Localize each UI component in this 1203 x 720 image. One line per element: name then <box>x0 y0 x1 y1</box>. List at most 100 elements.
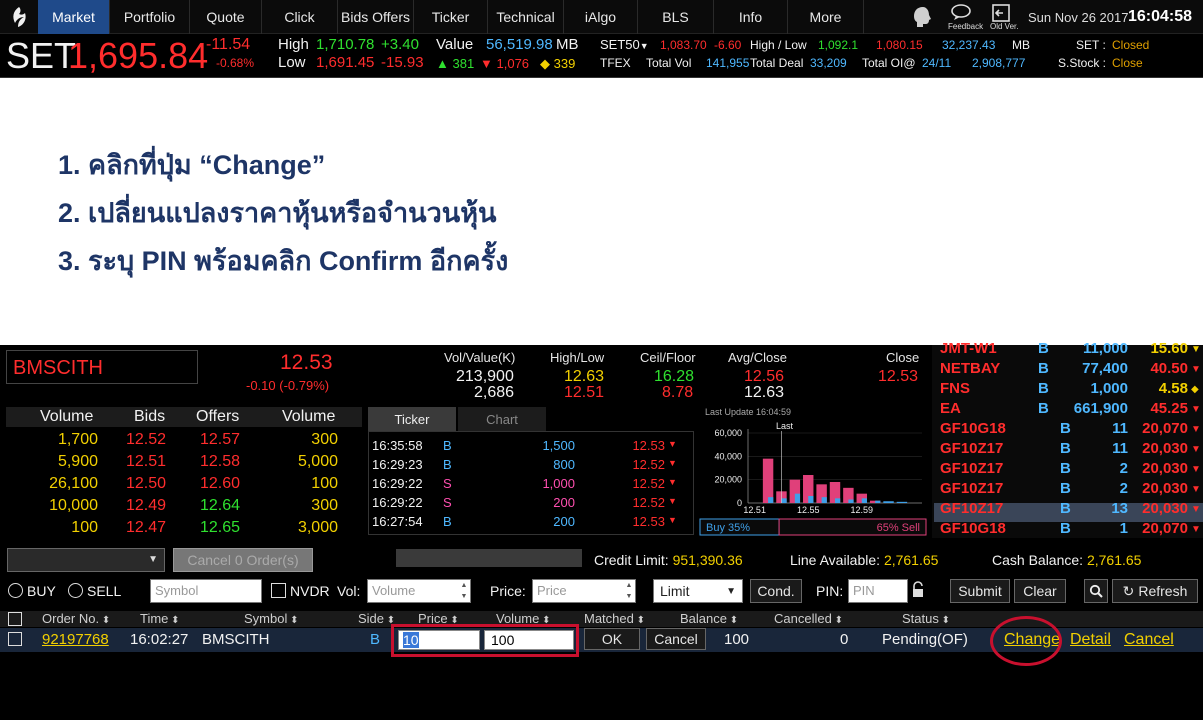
bo-offer-price[interactable]: 12.64 <box>200 497 240 515</box>
down-arrow-icon: ▼ <box>668 439 677 449</box>
bo-offer-volume[interactable]: 300 <box>311 431 338 449</box>
orders-header-time[interactable]: Time ⬍ <box>140 611 180 626</box>
sell-radio[interactable] <box>68 583 83 598</box>
market-symbol[interactable]: JMT-W1 <box>940 340 997 357</box>
orders-header-symbol[interactable]: Symbol ⬍ <box>244 611 299 626</box>
credit-limit-row: Credit Limit: 951,390.36 <box>594 552 743 568</box>
market-symbol[interactable]: GF10Z17 <box>940 440 1003 457</box>
nav-click[interactable]: Click <box>262 0 338 34</box>
search-icon[interactable] <box>1084 579 1108 603</box>
nav-market[interactable]: Market <box>38 0 110 34</box>
tab-ticker[interactable]: Ticker <box>368 407 456 431</box>
cancel-order-link[interactable]: Cancel <box>1124 631 1174 649</box>
bo-offer-volume[interactable]: 300 <box>311 497 338 515</box>
order-row-checkbox[interactable] <box>8 632 22 646</box>
market-symbol[interactable]: FNS <box>940 380 970 397</box>
chart-x-tick: 12.59 <box>851 505 874 515</box>
orders-header-side[interactable]: Side ⬍ <box>358 611 395 626</box>
select-all-checkbox[interactable] <box>8 612 22 626</box>
orders-header-order-no[interactable]: Order No. ⬍ <box>42 611 110 626</box>
bo-bid-volume[interactable]: 26,100 <box>49 475 98 493</box>
bo-offer-volume[interactable]: 100 <box>311 475 338 493</box>
nav-ialgo[interactable]: iAlgo <box>564 0 638 34</box>
market-symbol[interactable]: GF10Z17 <box>940 480 1003 497</box>
nvdr-checkbox[interactable] <box>271 583 286 598</box>
volume-stepper[interactable]: ▲ ▼ <box>458 580 470 602</box>
tab-chart[interactable]: Chart <box>458 407 546 431</box>
orders-header-cancelled[interactable]: Cancelled ⬍ <box>774 611 843 626</box>
bo-offer-price[interactable]: 12.57 <box>200 431 240 449</box>
price-stepper[interactable]: ▲ ▼ <box>623 580 635 602</box>
cancel-orders-button[interactable]: Cancel 0 Order(s) <box>173 548 313 572</box>
refresh-button[interactable]: ↻ Refresh <box>1112 579 1198 603</box>
old-version-icon[interactable]: Old Ver. <box>990 3 1022 33</box>
condition-button[interactable]: Cond. <box>750 579 802 603</box>
orders-header-balance[interactable]: Balance ⬍ <box>680 611 738 626</box>
bo-bid-price[interactable]: 12.50 <box>126 475 166 493</box>
nav-bids-offers[interactable]: Bids Offers <box>338 0 414 34</box>
price-input[interactable]: Price <box>532 579 636 603</box>
bo-offer-price[interactable]: 12.60 <box>200 475 240 493</box>
nav-ticker[interactable]: Ticker <box>414 0 488 34</box>
order-type-select[interactable]: Limit ▼ <box>653 579 743 603</box>
nav-technical[interactable]: Technical <box>488 0 564 34</box>
submit-button[interactable]: Submit <box>950 579 1010 603</box>
ticker-volume: 1,000 <box>542 476 575 491</box>
lock-icon[interactable] <box>911 581 925 599</box>
bo-offer-price[interactable]: 12.65 <box>200 519 240 537</box>
bo-bid-volume[interactable]: 10,000 <box>49 497 98 515</box>
bo-bid-price[interactable]: 12.47 <box>126 519 166 537</box>
chart-bar-buy <box>781 498 787 503</box>
tfex-label: TFEX <box>600 56 631 70</box>
market-symbol[interactable]: NETBAY <box>940 360 1000 377</box>
hl-label: High / Low <box>750 38 807 52</box>
symbol-box[interactable]: BMSCITH <box>6 350 198 384</box>
market-symbol[interactable]: GF10G18 <box>940 520 1006 537</box>
nav-more[interactable]: More <box>788 0 864 34</box>
brain-icon[interactable] <box>910 4 936 30</box>
market-symbol[interactable]: GF10Z17 <box>940 500 1003 517</box>
ok-button[interactable]: OK <box>584 628 640 650</box>
nav-portfolio[interactable]: Portfolio <box>110 0 190 34</box>
quote-last: 12.53 <box>280 351 333 374</box>
edit-price-input[interactable]: 10 <box>398 630 480 650</box>
nav-quote[interactable]: Quote <box>190 0 262 34</box>
account-select[interactable]: ▼ <box>7 548 165 572</box>
feedback-icon[interactable]: Feedback <box>948 3 983 33</box>
symbol-input[interactable]: Symbol <box>150 579 262 603</box>
market-volume: 661,900 <box>1073 400 1128 417</box>
app-logo[interactable] <box>0 0 38 34</box>
chart-y-tick: 40,000 <box>714 451 742 461</box>
order-number-link[interactable]: 92197768 <box>42 631 109 648</box>
bo-offer-volume[interactable]: 3,000 <box>298 519 338 537</box>
set50-select[interactable]: SET50▼ <box>600 37 649 52</box>
bo-bid-price[interactable]: 12.51 <box>126 453 166 471</box>
buy-radio[interactable] <box>8 583 23 598</box>
down-arrow-icon: ▼ <box>1191 524 1201 535</box>
volume-input[interactable]: Volume <box>367 579 471 603</box>
market-symbol[interactable]: EA <box>940 400 961 417</box>
orders-header-status[interactable]: Status ⬍ <box>902 611 950 626</box>
nav-info[interactable]: Info <box>714 0 788 34</box>
orders-header-volume[interactable]: Volume ⬍ <box>496 611 551 626</box>
bo-offer-volume[interactable]: 5,000 <box>298 453 338 471</box>
market-symbol[interactable]: GF10Z17 <box>940 460 1003 477</box>
detail-link[interactable]: Detail <box>1070 631 1111 649</box>
edit-volume-input[interactable]: 100 <box>484 630 574 650</box>
bo-bid-volume[interactable]: 1,700 <box>58 431 98 449</box>
nav-bls[interactable]: BLS <box>638 0 714 34</box>
orders-header-matched[interactable]: Matched ⬍ <box>584 611 645 626</box>
chart-y-tick: 60,000 <box>714 428 742 438</box>
bo-bid-volume[interactable]: 5,900 <box>58 453 98 471</box>
bo-offer-price[interactable]: 12.58 <box>200 453 240 471</box>
cash-value: 2,761.65 <box>1086 552 1142 568</box>
pin-input[interactable]: PIN <box>848 579 908 603</box>
bo-bid-price[interactable]: 12.52 <box>126 431 166 449</box>
cancel-edit-button[interactable]: Cancel <box>646 628 706 650</box>
bo-bid-price[interactable]: 12.49 <box>126 497 166 515</box>
clear-button[interactable]: Clear <box>1014 579 1066 603</box>
orders-header-price[interactable]: Price ⬍ <box>418 611 459 626</box>
market-symbol[interactable]: GF10G18 <box>940 420 1006 437</box>
bo-bid-volume[interactable]: 100 <box>71 519 98 537</box>
quote-floor: 8.78 <box>662 384 694 401</box>
